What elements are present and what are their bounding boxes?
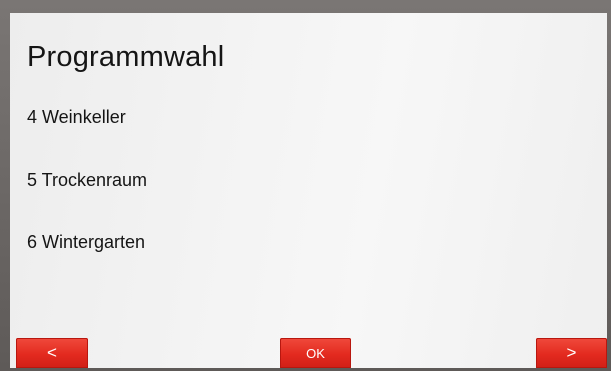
page-title: Programmwahl: [27, 41, 225, 73]
next-button[interactable]: >: [536, 338, 607, 368]
ok-button[interactable]: OK: [280, 338, 351, 368]
device-bezel: Programmwahl 4 Weinkeller 5 Trockenraum …: [0, 0, 611, 371]
previous-button[interactable]: <: [16, 338, 88, 368]
program-option-trockenraum[interactable]: 5 Trockenraum: [27, 170, 147, 191]
display-screen: Programmwahl 4 Weinkeller 5 Trockenraum …: [10, 13, 607, 368]
program-option-wintergarten[interactable]: 6 Wintergarten: [27, 232, 145, 253]
program-option-weinkeller[interactable]: 4 Weinkeller: [27, 107, 126, 128]
